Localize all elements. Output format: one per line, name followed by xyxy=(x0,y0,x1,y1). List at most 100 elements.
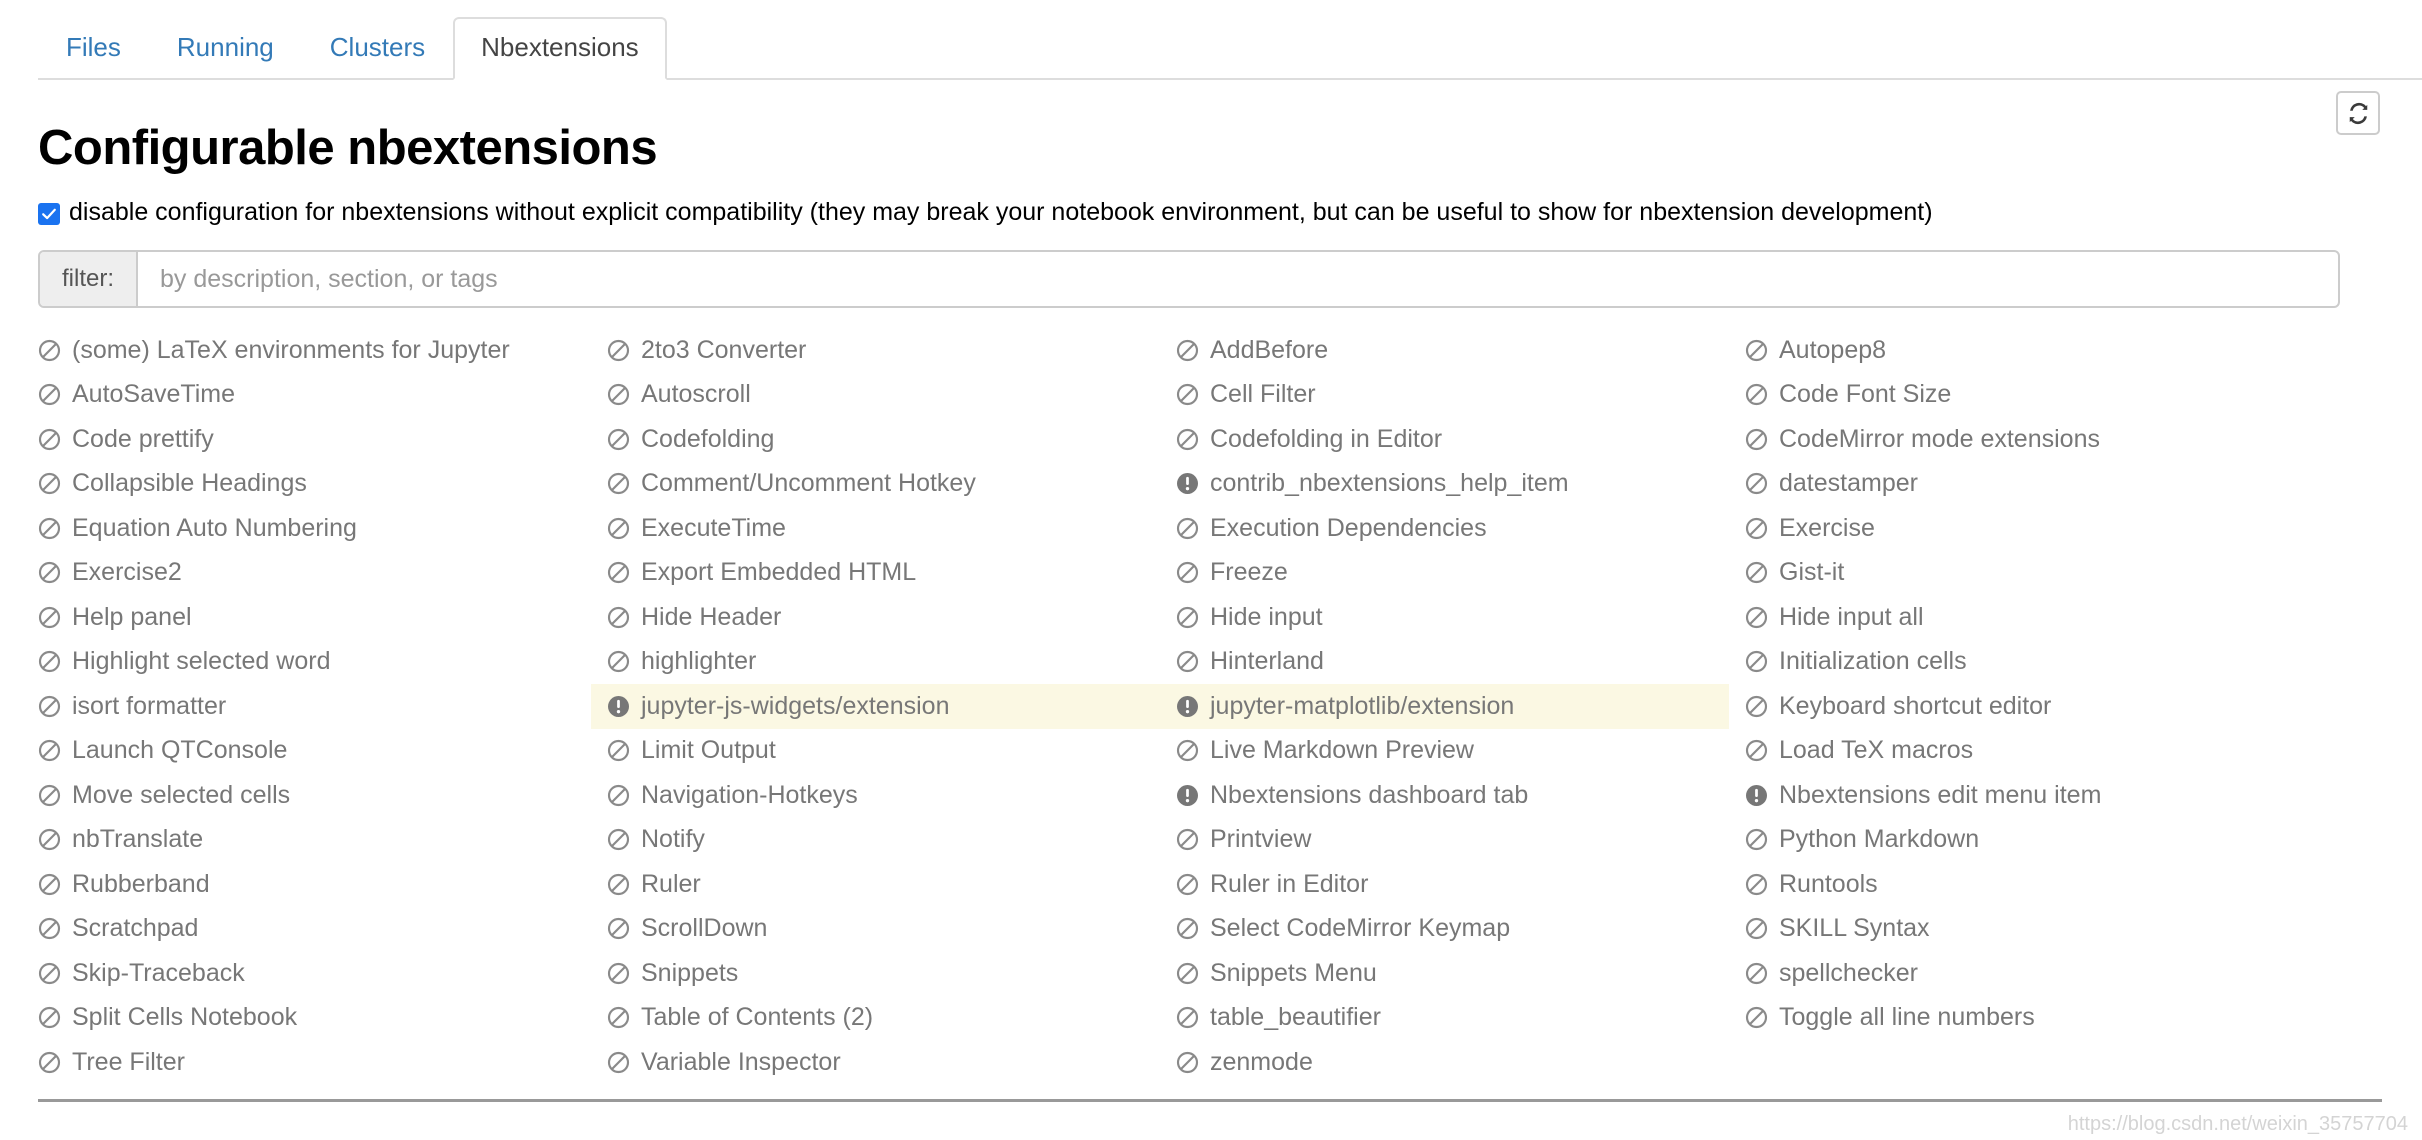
extension-item[interactable]: Collapsible Headings xyxy=(22,462,591,507)
extension-item[interactable]: Skip-Traceback xyxy=(22,951,591,996)
extension-label: Tree Filter xyxy=(72,1047,185,1076)
extension-item[interactable]: Snippets xyxy=(591,951,1160,996)
ban-icon xyxy=(38,1051,61,1073)
extension-item[interactable]: Scratchpad xyxy=(22,907,591,952)
extension-item[interactable]: Cell Filter xyxy=(1160,373,1729,418)
extension-item[interactable]: Toggle all line numbers xyxy=(1729,996,2329,1041)
extension-label: Export Embedded HTML xyxy=(641,558,917,587)
disable-incompatible-config-row[interactable]: disable configuration for nbextensions w… xyxy=(38,200,1933,225)
extension-item[interactable]: contrib_nbextensions_help_item xyxy=(1160,462,1729,507)
filter-input[interactable] xyxy=(138,252,2338,306)
tab-clusters[interactable]: Clusters xyxy=(302,17,453,80)
extension-item[interactable]: Table of Contents (2) xyxy=(591,996,1160,1041)
tab-nbextensions[interactable]: Nbextensions xyxy=(453,17,667,80)
tab-files[interactable]: Files xyxy=(38,17,149,80)
extensions-column-4: Autopep8 Code Font Size CodeMirror mode ex… xyxy=(1729,328,2329,1040)
extension-item[interactable]: (some) LaTeX environments for Jupyter xyxy=(22,328,591,373)
extension-item[interactable]: Move selected cells xyxy=(22,773,591,818)
extension-item[interactable]: Help panel xyxy=(22,595,591,640)
ban-icon xyxy=(1745,918,1768,940)
extension-item[interactable]: Variable Inspector xyxy=(591,1040,1160,1085)
extension-label: Ruler xyxy=(641,869,701,898)
extension-item[interactable]: jupyter-matplotlib/extension xyxy=(1160,684,1729,729)
extension-item[interactable]: spellchecker xyxy=(1729,951,2329,996)
extension-item[interactable]: jupyter-js-widgets/extension xyxy=(591,684,1160,729)
extension-item[interactable]: CodeMirror mode extensions xyxy=(1729,417,2329,462)
extension-item[interactable]: Rubberband xyxy=(22,862,591,907)
check-icon xyxy=(42,208,56,219)
extension-item[interactable]: isort formatter xyxy=(22,684,591,729)
extension-item[interactable]: Exercise xyxy=(1729,506,2329,551)
ban-icon xyxy=(38,740,61,762)
extension-item[interactable]: 2to3 Converter xyxy=(591,328,1160,373)
extension-item[interactable]: Hide input all xyxy=(1729,595,2329,640)
extension-item[interactable]: nbTranslate xyxy=(22,818,591,863)
refresh-button[interactable] xyxy=(2336,91,2380,135)
extension-item[interactable]: Printview xyxy=(1160,818,1729,863)
extension-item[interactable]: AddBefore xyxy=(1160,328,1729,373)
extension-item[interactable]: ScrollDown xyxy=(591,907,1160,952)
extension-item[interactable]: Snippets Menu xyxy=(1160,951,1729,996)
extension-label: Hinterland xyxy=(1210,647,1324,676)
extension-item[interactable]: Hide Header xyxy=(591,595,1160,640)
ban-icon xyxy=(1176,562,1199,584)
ban-icon xyxy=(38,384,61,406)
disable-incompatible-label: disable configuration for nbextensions w… xyxy=(69,198,1933,226)
extension-item[interactable]: highlighter xyxy=(591,640,1160,685)
watermark: https://blog.csdn.net/weixin_35757704 xyxy=(2067,1113,2408,1135)
extension-item[interactable]: Load TeX macros xyxy=(1729,729,2329,774)
extension-item[interactable]: Hide input xyxy=(1160,595,1729,640)
ban-icon xyxy=(607,428,630,450)
extension-item[interactable]: Nbextensions edit menu item xyxy=(1729,773,2329,818)
extension-item[interactable]: table_beautifier xyxy=(1160,996,1729,1041)
extension-item[interactable]: Export Embedded HTML xyxy=(591,551,1160,596)
extension-item[interactable]: ExecuteTime xyxy=(591,506,1160,551)
ban-icon xyxy=(38,784,61,806)
extension-item[interactable]: Execution Dependencies xyxy=(1160,506,1729,551)
extension-label: Collapsible Headings xyxy=(72,469,307,498)
extension-item[interactable]: Limit Output xyxy=(591,729,1160,774)
extension-item[interactable]: Select CodeMirror Keymap xyxy=(1160,907,1729,952)
extension-item[interactable]: Hinterland xyxy=(1160,640,1729,685)
extension-item[interactable]: Initialization cells xyxy=(1729,640,2329,685)
extension-item[interactable]: Gist-it xyxy=(1729,551,2329,596)
extension-item[interactable]: Code Font Size xyxy=(1729,373,2329,418)
extension-item[interactable]: Autoscroll xyxy=(591,373,1160,418)
extension-label: zenmode xyxy=(1210,1047,1313,1076)
ban-icon xyxy=(38,339,61,361)
extension-item[interactable]: Nbextensions dashboard tab xyxy=(1160,773,1729,818)
refresh-icon xyxy=(2346,101,2371,126)
ban-icon xyxy=(1176,962,1199,984)
extension-item[interactable]: Ruler xyxy=(591,862,1160,907)
extension-item[interactable]: Keyboard shortcut editor xyxy=(1729,684,2329,729)
ban-icon xyxy=(38,829,61,851)
extension-label: Equation Auto Numbering xyxy=(72,513,357,542)
extension-item[interactable]: Live Markdown Preview xyxy=(1160,729,1729,774)
extension-item[interactable]: Notify xyxy=(591,818,1160,863)
dashboard-tabs: Files Running Clusters Nbextensions xyxy=(38,14,2422,80)
extension-item[interactable]: Equation Auto Numbering xyxy=(22,506,591,551)
extension-item[interactable]: Ruler in Editor xyxy=(1160,862,1729,907)
extension-item[interactable]: Autopep8 xyxy=(1729,328,2329,373)
extensions-column-2: 2to3 Converter Autoscroll Codefolding Comme… xyxy=(591,328,1160,1085)
extension-item[interactable]: Freeze xyxy=(1160,551,1729,596)
extension-item[interactable]: Code prettify xyxy=(22,417,591,462)
extension-item[interactable]: Launch QTConsole xyxy=(22,729,591,774)
extension-item[interactable]: Navigation-Hotkeys xyxy=(591,773,1160,818)
disable-incompatible-checkbox[interactable] xyxy=(38,202,60,225)
extension-item[interactable]: Python Markdown xyxy=(1729,818,2329,863)
ban-icon xyxy=(607,740,630,762)
extension-item[interactable]: zenmode xyxy=(1160,1040,1729,1085)
extension-item[interactable]: datestamper xyxy=(1729,462,2329,507)
extension-item[interactable]: Exercise2 xyxy=(22,551,591,596)
extension-item[interactable]: Codefolding xyxy=(591,417,1160,462)
extension-item[interactable]: Comment/Uncomment Hotkey xyxy=(591,462,1160,507)
extension-item[interactable]: SKILL Syntax xyxy=(1729,907,2329,952)
tab-running[interactable]: Running xyxy=(149,17,302,80)
extension-item[interactable]: Runtools xyxy=(1729,862,2329,907)
extension-item[interactable]: Highlight selected word xyxy=(22,640,591,685)
extension-item[interactable]: Split Cells Notebook xyxy=(22,996,591,1041)
extension-item[interactable]: AutoSaveTime xyxy=(22,373,591,418)
extension-item[interactable]: Tree Filter xyxy=(22,1040,591,1085)
extension-item[interactable]: Codefolding in Editor xyxy=(1160,417,1729,462)
